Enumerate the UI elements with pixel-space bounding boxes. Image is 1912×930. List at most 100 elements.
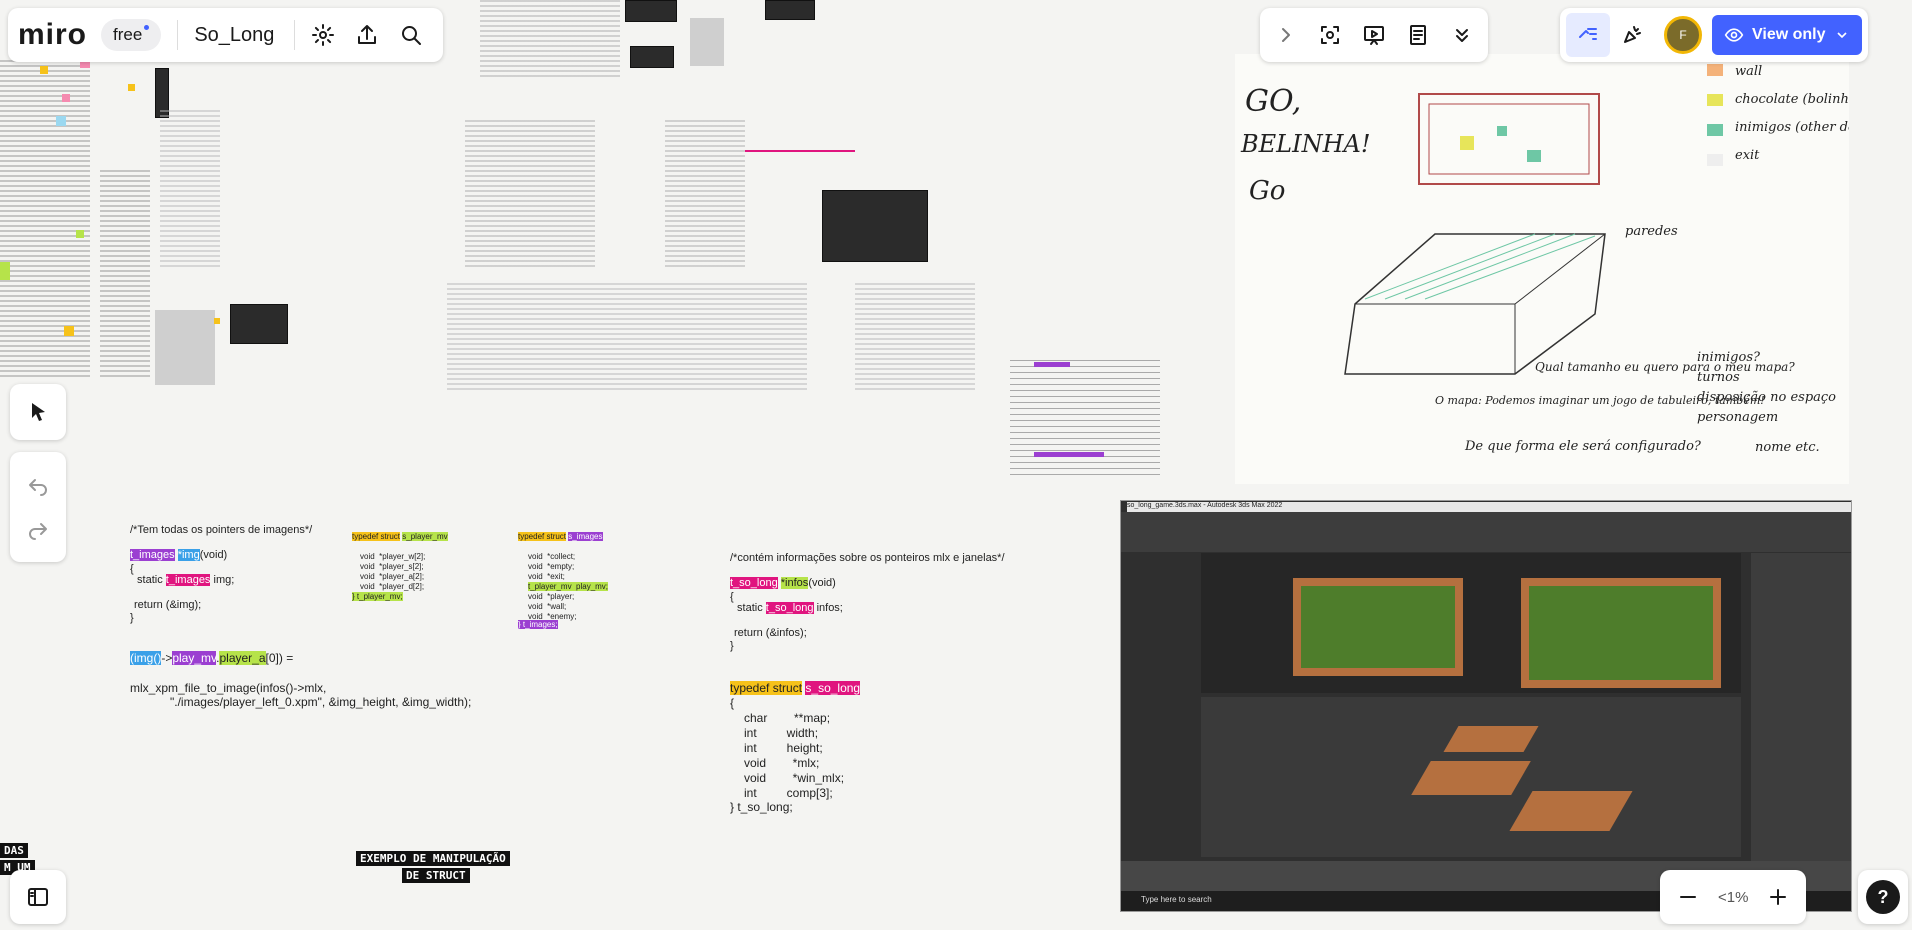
level-tile xyxy=(1521,578,1721,688)
undo-redo-panel xyxy=(10,452,66,562)
code-usage-line: (img()->play_mv.player_a[0]) = xyxy=(130,651,294,665)
board-note xyxy=(1010,360,1160,480)
bottom-left-panel xyxy=(10,870,66,924)
sketch-bullet: disposição no espaço xyxy=(1697,390,1836,405)
code-brace: } xyxy=(130,612,134,624)
code-infos-func: t_so_long *infos(void) xyxy=(730,577,836,589)
code-images-func: t_images *img(void) xyxy=(130,549,228,561)
zoom-level[interactable]: <1% xyxy=(1710,889,1756,906)
zoom-in-icon[interactable] xyxy=(1756,875,1800,919)
eye-icon xyxy=(1724,28,1744,42)
board-frame xyxy=(855,283,975,393)
toolbar-divider xyxy=(294,20,296,50)
redo-icon[interactable] xyxy=(16,507,60,551)
help-button[interactable]: ? xyxy=(1866,880,1900,914)
example-label: EXEMPLO DE MANIPULAÇÃO xyxy=(356,851,510,866)
window-title: so_long_game.3ds.max - Autodesk 3ds Max … xyxy=(1127,502,1851,512)
right-panel xyxy=(1751,553,1851,863)
sketch-bullet: nome etc. xyxy=(1755,440,1820,455)
code-player-struct-end: } t_player_mv; xyxy=(352,592,403,601)
zoom-out-icon[interactable] xyxy=(1666,875,1710,919)
presentation-icon[interactable] xyxy=(1352,13,1396,57)
code-infos-static: static t_so_long infos; xyxy=(734,602,843,614)
level-3d xyxy=(1411,761,1531,795)
code-infos-comment: /*contém informações sobre os ponteiros … xyxy=(730,552,1005,564)
select-cursor-icon[interactable] xyxy=(16,390,60,434)
sketch-bullet: personagem xyxy=(1697,410,1779,425)
board-title[interactable]: So_Long xyxy=(194,24,274,47)
board-frame xyxy=(480,0,620,80)
sticky-note xyxy=(62,94,70,102)
board-frame xyxy=(765,0,815,20)
sticky-note xyxy=(1034,362,1070,367)
board-frame xyxy=(822,190,928,262)
board-frame xyxy=(230,304,288,344)
undo-icon[interactable] xyxy=(16,463,60,507)
sketch-image: GO, BELINHA! Go wall chocolate (bolinha)… xyxy=(1235,54,1849,484)
top-left-toolbar: miro free So_Long xyxy=(8,8,444,62)
taskbar-search: Type here to search xyxy=(1141,895,1212,904)
sticky-note xyxy=(64,326,74,336)
board-frame xyxy=(100,170,150,380)
board-canvas[interactable]: /*Tem todas os pointers de imagens*/ t_i… xyxy=(0,0,1912,930)
code-infos-return: return (&infos); xyxy=(734,627,807,639)
sketch-legend: wall xyxy=(1735,64,1763,79)
board-frame xyxy=(160,110,220,270)
board-frame xyxy=(690,18,724,66)
chevron-down-icon xyxy=(1836,32,1847,39)
avatar[interactable]: F xyxy=(1664,16,1702,54)
sticky-note xyxy=(56,116,66,126)
board-frame xyxy=(447,283,807,393)
level-3d xyxy=(1443,726,1539,752)
left-tool-panel xyxy=(10,384,66,440)
plan-badge[interactable]: free xyxy=(101,19,162,51)
sticky-note xyxy=(214,318,220,324)
sticky-note xyxy=(0,262,10,280)
code-player-struct-fields: void *player_w[2]; void *player_s[2]; vo… xyxy=(360,552,426,591)
board-frame xyxy=(155,310,215,385)
sketch-bullet: turnos xyxy=(1697,370,1740,385)
sticky-note xyxy=(128,84,135,91)
sketch-legend: exit xyxy=(1735,148,1760,163)
chevron-right-icon[interactable] xyxy=(1264,13,1308,57)
notes-icon[interactable] xyxy=(1396,13,1440,57)
code-images-return: return (&img); xyxy=(134,599,202,611)
settings-icon[interactable] xyxy=(301,13,345,57)
sketch-legend: inimigos (other dogs) xyxy=(1735,120,1849,135)
sketch-text: paredes xyxy=(1625,224,1678,239)
reactions-icon[interactable] xyxy=(1610,13,1654,57)
view-only-button[interactable]: View only xyxy=(1712,15,1862,55)
export-icon[interactable] xyxy=(345,13,389,57)
code-struct-header: typedef struct s_so_long xyxy=(730,681,861,695)
sketch-text: De que forma ele será configurado? xyxy=(1465,439,1701,454)
code-mlx-line1: mlx_xpm_file_to_image(infos()->mlx, xyxy=(130,681,327,695)
code-images-struct-end: } t_images; xyxy=(518,620,558,629)
sketch-bullet: inimigos? xyxy=(1697,350,1760,365)
code-images-static: static t_images img; xyxy=(134,574,235,586)
code-struct-fields: char **map; int width; int height; void … xyxy=(744,711,845,800)
board-frame xyxy=(630,46,674,68)
miro-logo[interactable]: miro xyxy=(18,18,87,52)
sticky-note xyxy=(745,150,855,152)
board-frame xyxy=(0,60,90,380)
toolbar-divider xyxy=(177,20,179,50)
sticky-note xyxy=(1034,452,1104,457)
top-right-toolbar xyxy=(1260,8,1488,62)
level-tile xyxy=(1293,578,1463,676)
board-frame xyxy=(465,120,595,270)
code-brace: } xyxy=(730,640,734,652)
example-label: DE STRUCT xyxy=(402,868,470,883)
new-dot-icon xyxy=(144,25,150,30)
fit-screen-icon[interactable] xyxy=(1308,13,1352,57)
toolbar xyxy=(1121,512,1851,552)
board-frame xyxy=(665,120,745,270)
left-label: DAS xyxy=(0,843,28,858)
search-icon[interactable] xyxy=(389,13,433,57)
sidebar-toggle-icon[interactable] xyxy=(16,875,60,919)
code-brace: { xyxy=(730,696,735,710)
filter-icon[interactable] xyxy=(1566,13,1610,57)
code-struct-end: } t_so_long; xyxy=(730,800,793,814)
code-images-struct-fields: void *collect; void *empty; void *exit; … xyxy=(528,552,609,621)
sketch-legend: chocolate (bolinha) xyxy=(1735,92,1849,107)
chevron-double-down-icon[interactable] xyxy=(1440,13,1484,57)
